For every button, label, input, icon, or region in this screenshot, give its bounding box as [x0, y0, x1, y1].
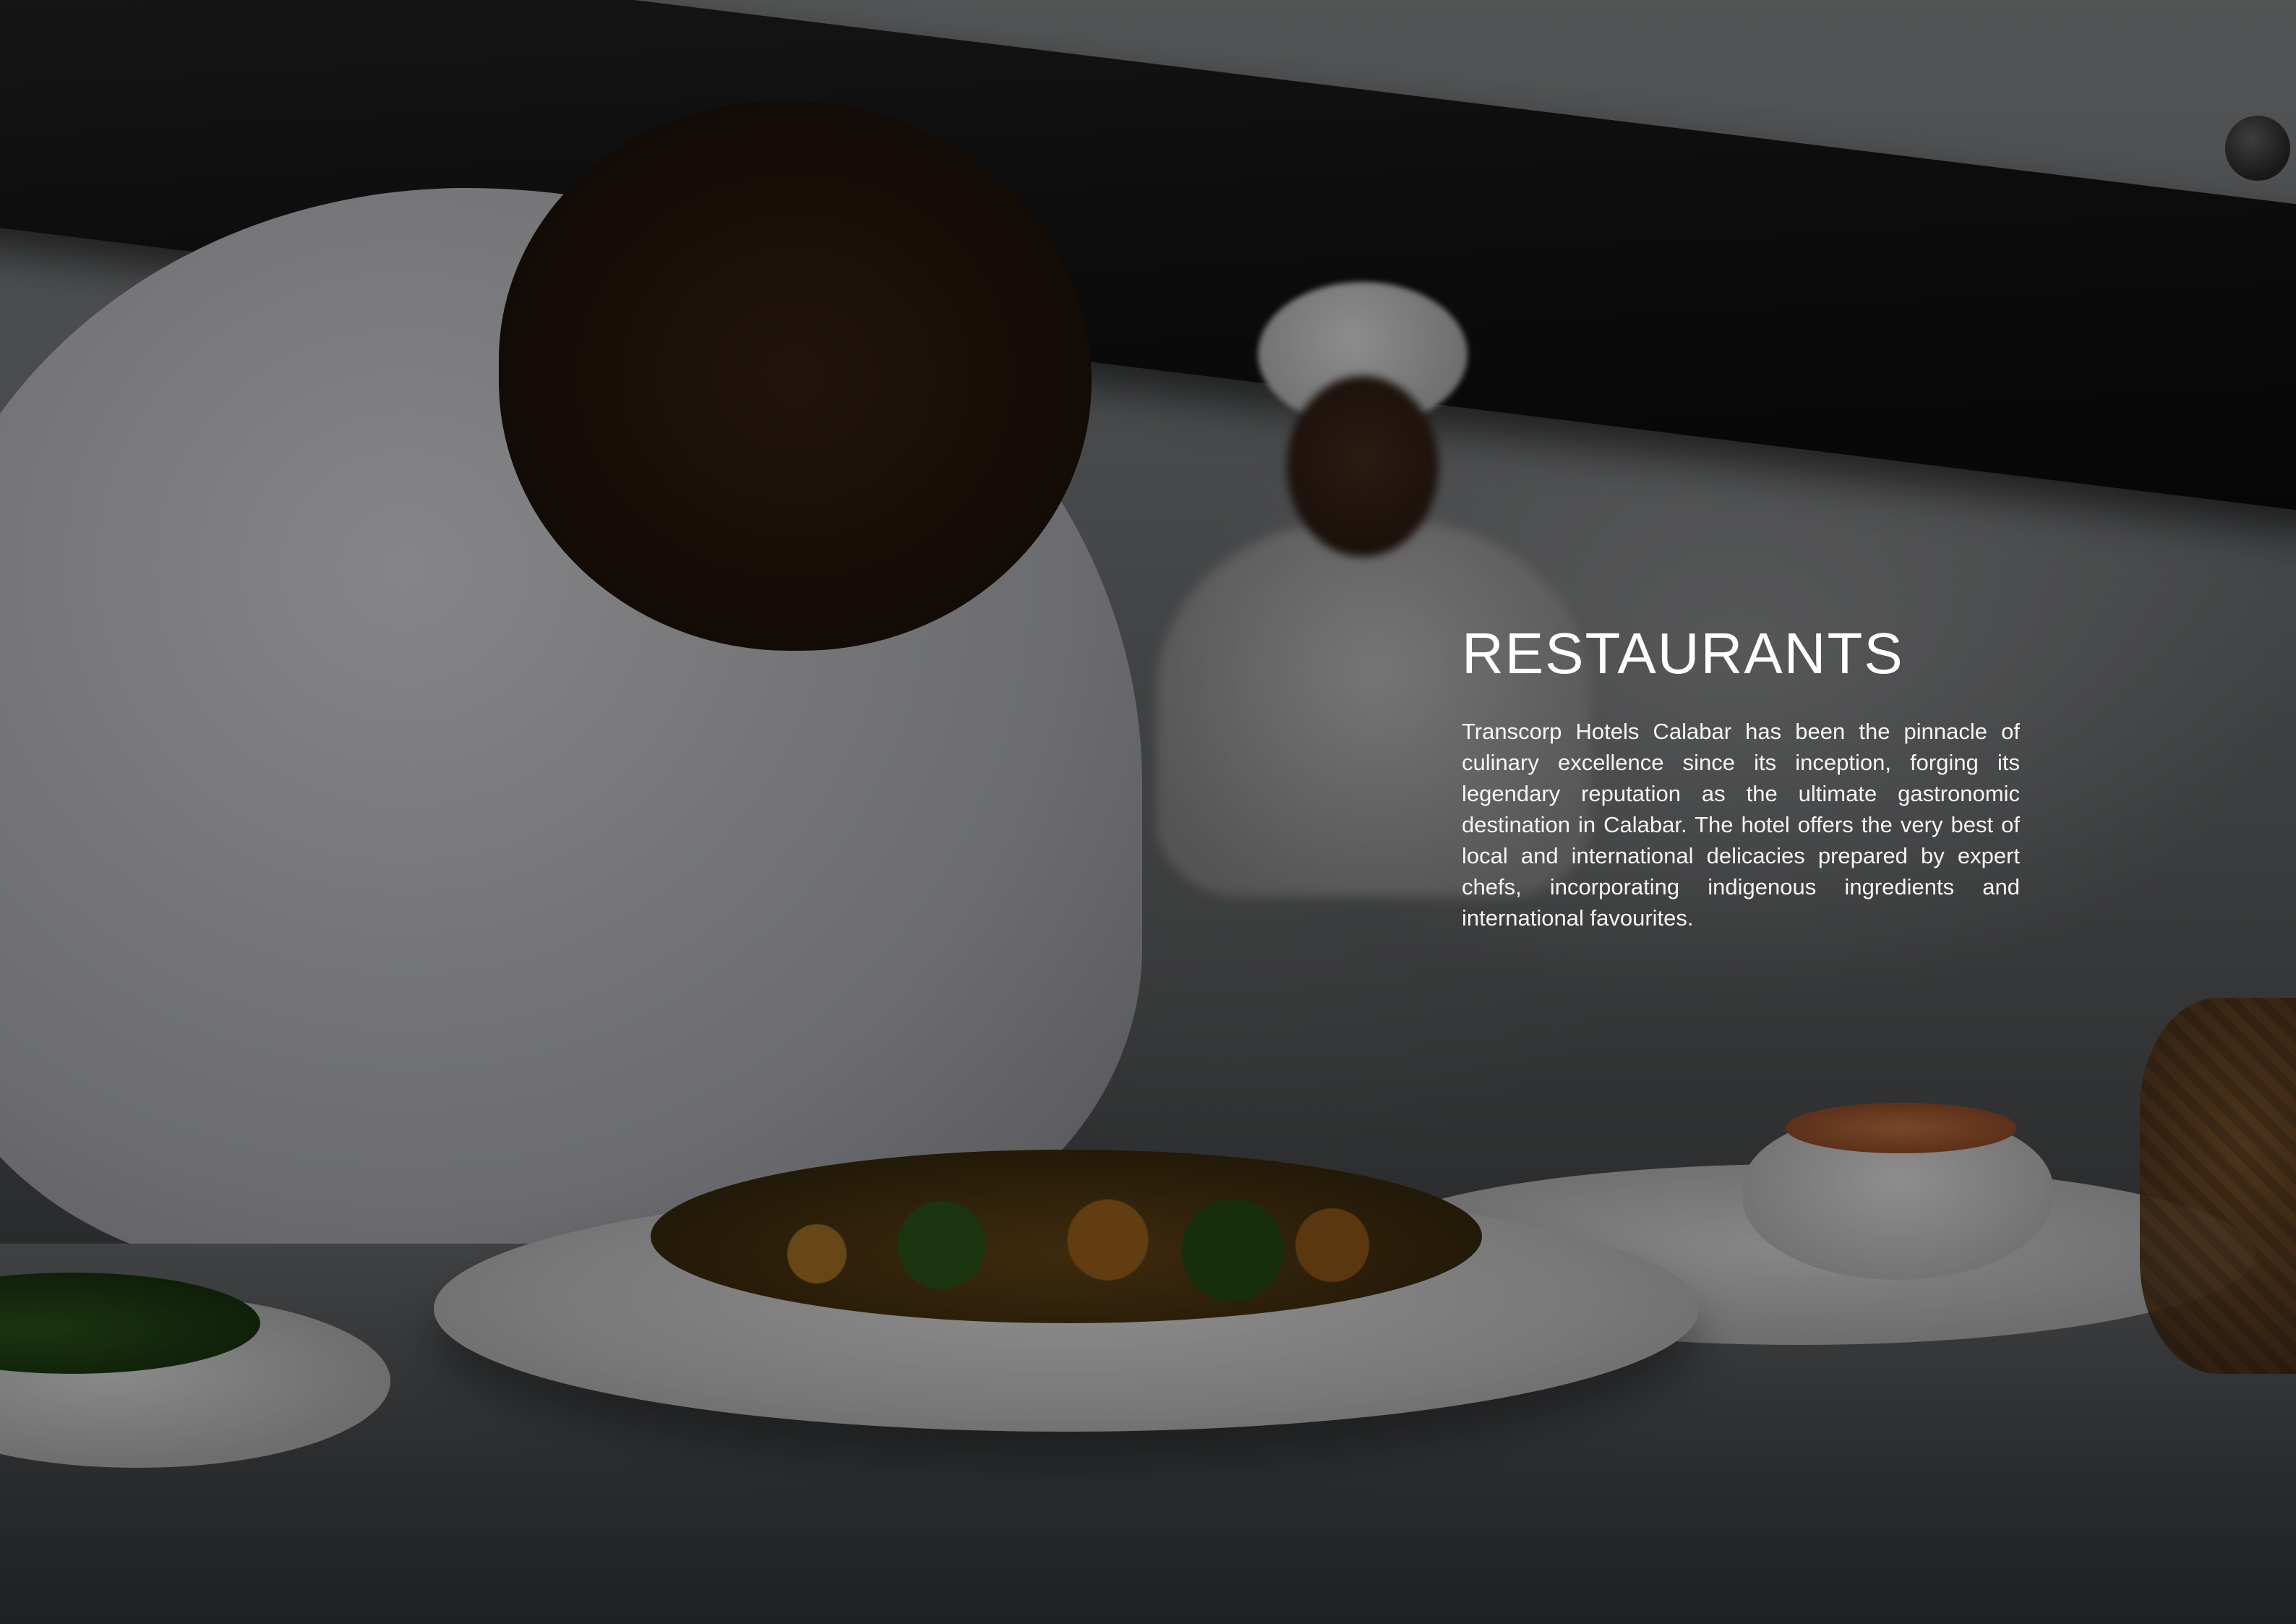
restaurants-page: RESTAURANTS Transcorp Hotels Calabar has…: [0, 0, 2296, 1624]
description-paragraph: Transcorp Hotels Calabar has been the pi…: [1462, 719, 2020, 931]
page-title: RESTAURANTS: [1462, 621, 1904, 685]
restaurants-text-block: RESTAURANTS Transcorp Hotels Calabar has…: [1462, 622, 2020, 933]
